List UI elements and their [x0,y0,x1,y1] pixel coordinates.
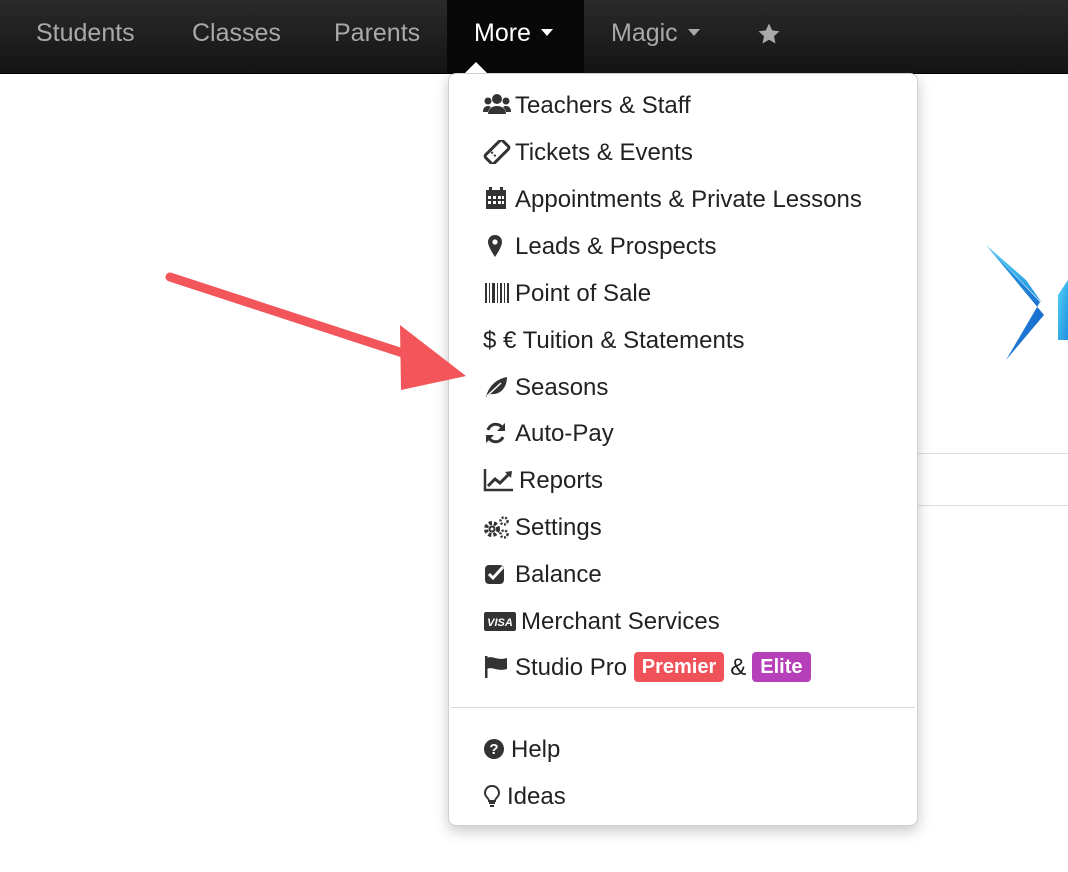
users-icon [483,92,511,116]
menu-item-label: Reports [519,467,604,494]
menu-item-label: Settings [515,514,602,541]
menu-item-label: Ideas [507,783,566,810]
menu-item-ideas[interactable]: Ideas [483,779,566,815]
page-divider [918,505,1068,506]
top-navbar: Students Classes Parents More Magic [0,0,1068,74]
menu-item-label: Teachers & Staff [515,92,691,119]
leaf-icon [483,374,511,398]
question-circle-icon: ? [483,736,507,760]
menu-item-label: Auto-Pay [515,420,614,447]
nav-classes[interactable]: Classes [192,0,281,73]
menu-item-label: $ € Tuition & Statements [483,327,745,354]
more-dropdown-menu: Teachers & Staff Tickets & Events Appoin… [448,73,918,826]
brand-logo [986,245,1068,360]
lightbulb-icon [483,783,503,807]
calendar-icon [483,186,511,210]
dropdown-pointer [465,62,487,73]
nav-magic-label: Magic [611,19,678,47]
menu-item-label: Merchant Services [521,608,720,635]
menu-item-label: Seasons [515,374,609,401]
elite-badge: Elite [752,651,811,682]
menu-item-label: Balance [515,561,602,588]
badge-joiner: & [730,654,747,681]
menu-item-merchant-services[interactable]: VISA Merchant Services [483,604,720,640]
menu-item-leads-prospects[interactable]: Leads & Prospects [483,229,716,265]
svg-text:?: ? [489,741,498,758]
star-icon[interactable] [757,0,781,73]
menu-item-teachers-staff[interactable]: Teachers & Staff [483,88,691,124]
menu-item-help[interactable]: ? Help [483,732,560,768]
premier-badge: Premier [633,651,725,682]
visa-card-icon: VISA [483,608,517,632]
menu-item-studio-pro[interactable]: Studio Pro Premier & Elite [483,650,811,686]
menu-item-label: Point of Sale [515,280,652,307]
menu-item-auto-pay[interactable]: Auto-Pay [483,416,614,452]
menu-item-point-of-sale[interactable]: Point of Sale [483,276,651,312]
menu-item-reports[interactable]: Reports [483,463,603,499]
menu-item-settings[interactable]: Settings [483,510,602,546]
menu-divider [451,707,915,708]
menu-item-label: Help [511,736,561,763]
menu-item-tickets-events[interactable]: Tickets & Events [483,135,693,171]
check-square-icon [483,561,511,585]
menu-item-seasons[interactable]: Seasons [483,370,608,406]
annotation-arrow-icon [165,272,466,390]
line-chart-icon [483,467,515,491]
menu-item-appointments[interactable]: Appointments & Private Lessons [483,182,862,218]
nav-parents[interactable]: Parents [334,0,420,73]
menu-item-label: Studio Pro [515,654,628,681]
nav-magic[interactable]: Magic [611,0,700,73]
barcode-icon [483,280,511,304]
chevron-down-icon [540,28,553,36]
page-divider [918,453,1068,454]
menu-item-balance[interactable]: Balance [483,557,602,593]
menu-item-tuition-statements[interactable]: $ € Tuition & Statements [483,323,744,359]
flag-icon [483,654,511,678]
refresh-icon [483,420,511,444]
menu-item-label: Appointments & Private Lessons [515,186,862,213]
ticket-icon [483,138,511,166]
nav-students[interactable]: Students [36,0,135,73]
nav-more-label: More [474,19,531,47]
cogs-icon [483,514,511,539]
map-marker-icon [483,233,511,257]
chevron-down-icon [687,28,700,36]
menu-item-label: Tickets & Events [515,139,693,166]
svg-text:VISA: VISA [487,617,513,629]
menu-item-label: Leads & Prospects [515,233,717,260]
